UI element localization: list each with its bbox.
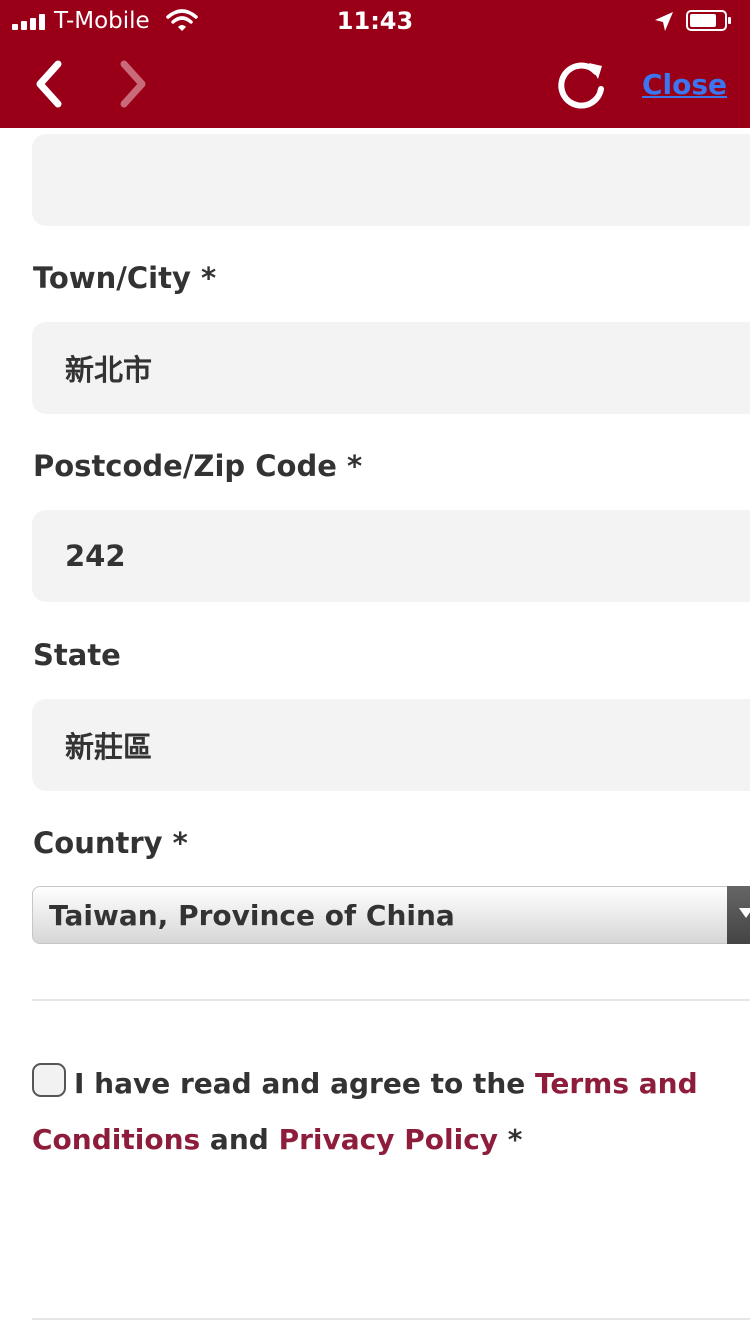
country-select[interactable]: Taiwan, Province of China bbox=[32, 886, 750, 944]
terms-checkbox[interactable] bbox=[32, 1063, 66, 1097]
town-city-label: Town/City * bbox=[33, 261, 217, 295]
state-input[interactable] bbox=[32, 699, 750, 791]
close-link[interactable]: Close bbox=[642, 68, 727, 101]
address-line-input[interactable] bbox=[32, 134, 750, 226]
divider bbox=[32, 1318, 750, 1320]
state-label: State bbox=[33, 638, 121, 672]
postcode-label: Postcode/Zip Code * bbox=[33, 449, 363, 483]
dropdown-arrow-icon bbox=[727, 886, 750, 944]
privacy-policy-link[interactable]: Privacy Policy bbox=[279, 1123, 498, 1156]
required-mark: * bbox=[498, 1123, 523, 1156]
location-arrow-icon bbox=[655, 12, 673, 31]
forward-arrow-icon[interactable] bbox=[112, 58, 152, 110]
status-bar: T-Mobile 11:43 bbox=[0, 0, 750, 40]
country-label: Country * bbox=[33, 826, 188, 860]
back-arrow-icon[interactable] bbox=[30, 58, 70, 110]
battery-icon bbox=[686, 10, 731, 31]
country-selected-value: Taiwan, Province of China bbox=[49, 899, 455, 932]
status-time: 11:43 bbox=[336, 7, 414, 35]
agreement-and-text: and bbox=[200, 1123, 279, 1156]
divider bbox=[32, 999, 750, 1001]
browser-toolbar: T-Mobile 11:43 Close bbox=[0, 0, 750, 128]
town-city-input[interactable] bbox=[32, 322, 750, 414]
terms-agreement: I have read and agree to the Terms and C… bbox=[32, 1056, 732, 1168]
postcode-input[interactable] bbox=[32, 510, 750, 602]
reload-icon[interactable] bbox=[552, 58, 610, 112]
checkout-form: Town/City * Postcode/Zip Code * State Co… bbox=[0, 128, 750, 1334]
agreement-text: I have read and agree to the bbox=[74, 1067, 535, 1100]
